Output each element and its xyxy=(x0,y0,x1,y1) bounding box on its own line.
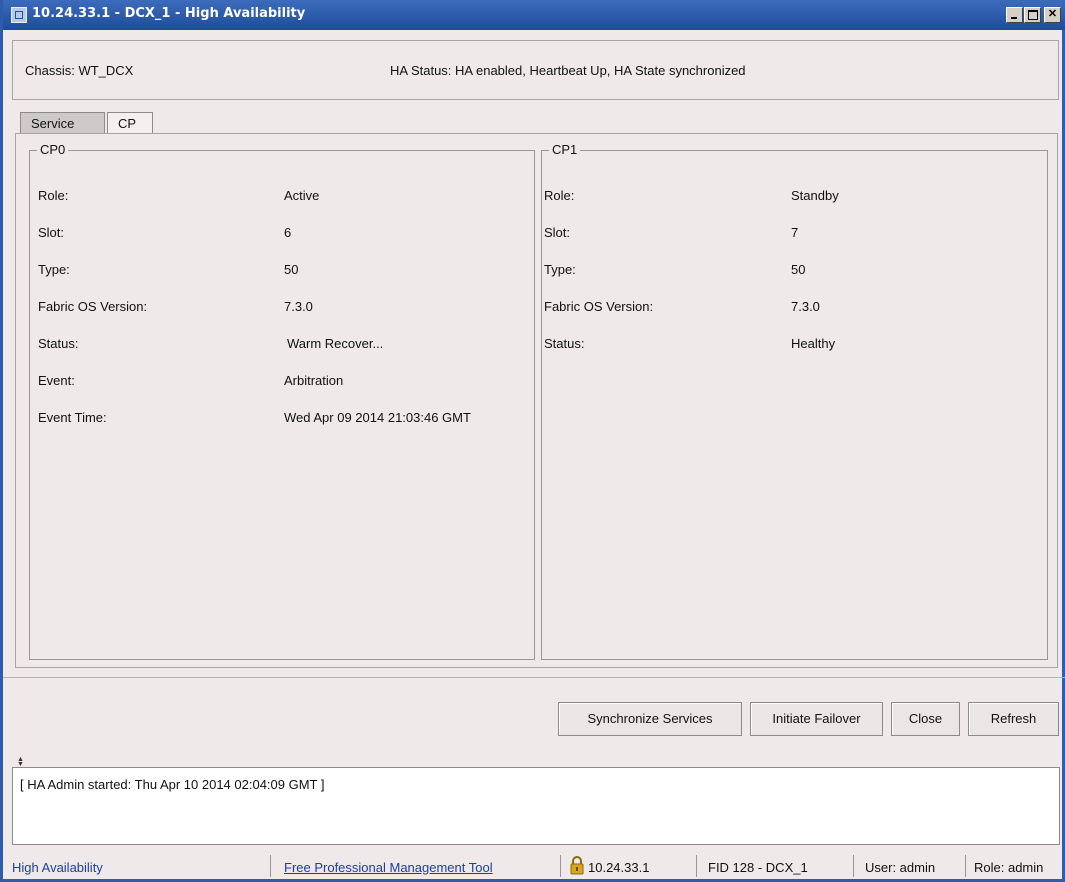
minimize-button[interactable] xyxy=(1006,7,1023,23)
cp0-status-value: Warm Recover... xyxy=(287,336,384,351)
status-ip: 10.24.33.1 xyxy=(588,860,650,875)
cp0-group: CP0 Role: Active Slot: 6 Type: 50 Fabric… xyxy=(29,142,535,660)
cp0-status-label: Status: xyxy=(38,336,79,351)
log-panel[interactable]: [ HA Admin started: Thu Apr 10 2014 02:0… xyxy=(12,767,1060,845)
tab-cp[interactable]: CP xyxy=(107,112,153,134)
ha-status-label: HA Status: HA enabled, Heartbeat Up, HA … xyxy=(390,63,746,78)
status-module-name: High Availability xyxy=(12,860,103,875)
cp0-role-value: Active xyxy=(284,188,320,203)
cp1-title: CP1 xyxy=(549,142,581,157)
cp1-fos-value: 7.3.0 xyxy=(791,299,820,314)
chassis-label: Chassis: WT_DCX xyxy=(25,63,134,78)
cp1-group: CP1 Role: Standby Slot: 7 Type: 50 Fabri… xyxy=(541,142,1048,660)
status-separator xyxy=(270,855,271,877)
cp1-type-value: 50 xyxy=(791,262,806,277)
status-bar: High Availability Free Professional Mana… xyxy=(3,850,1065,879)
cp0-event-value: Arbitration xyxy=(284,373,344,388)
cp0-event-label: Event: xyxy=(38,373,75,388)
divider xyxy=(3,677,1065,678)
title-bar[interactable]: 10.24.33.1 - DCX_1 - High Availability ✕ xyxy=(3,0,1065,30)
cp0-fos-value: 7.3.0 xyxy=(284,299,313,314)
cp0-type-value: 50 xyxy=(284,262,299,277)
chassis-info-panel: Chassis: WT_DCX HA Status: HA enabled, H… xyxy=(12,40,1059,100)
cp0-slot-value: 6 xyxy=(284,225,292,240)
status-fid: FID 128 - DCX_1 xyxy=(708,860,808,875)
cp0-fos-label: Fabric OS Version: xyxy=(38,299,148,314)
cp1-fos-label: Fabric OS Version: xyxy=(544,299,654,314)
close-window-button[interactable]: ✕ xyxy=(1044,7,1061,23)
cp1-slot-label: Slot: xyxy=(544,225,571,240)
cp0-role-label: Role: xyxy=(38,188,69,203)
cp1-status-label: Status: xyxy=(544,336,585,351)
cp1-type-label: Type: xyxy=(544,262,576,277)
splitter-arrows-icon[interactable]: ▲ ▼ xyxy=(17,756,24,768)
close-button[interactable]: Close xyxy=(891,702,960,736)
log-line: [ HA Admin started: Thu Apr 10 2014 02:0… xyxy=(20,777,325,792)
refresh-button[interactable]: Refresh xyxy=(968,702,1059,736)
status-separator xyxy=(853,855,854,877)
cp1-role-label: Role: xyxy=(544,188,575,203)
lock-icon xyxy=(570,856,584,875)
initiate-failover-button[interactable]: Initiate Failover xyxy=(750,702,883,736)
status-role: Role: admin xyxy=(974,860,1044,875)
cp0-slot-label: Slot: xyxy=(38,225,65,240)
cp0-type-label: Type: xyxy=(38,262,70,277)
ha-window: 10.24.33.1 - DCX_1 - High Availability ✕… xyxy=(0,0,1065,882)
tab-service[interactable]: Service xyxy=(20,112,105,134)
cp0-title: CP0 xyxy=(37,142,69,157)
maximize-button[interactable] xyxy=(1024,7,1041,23)
cp1-role-value: Standby xyxy=(791,188,839,203)
cp0-event-time-label: Event Time: xyxy=(38,410,107,425)
status-separator xyxy=(965,855,966,877)
app-window-icon xyxy=(11,7,27,23)
window-title: 10.24.33.1 - DCX_1 - High Availability xyxy=(32,6,306,21)
cp1-status-value: Healthy xyxy=(791,336,836,351)
free-management-tool-link[interactable]: Free Professional Management Tool xyxy=(284,860,493,875)
cp0-event-time-value: Wed Apr 09 2014 21:03:46 GMT xyxy=(284,410,471,425)
status-user: User: admin xyxy=(865,860,936,875)
status-separator xyxy=(560,855,561,877)
synchronize-services-button[interactable]: Synchronize Services xyxy=(558,702,742,736)
status-separator xyxy=(696,855,697,877)
cp1-slot-value: 7 xyxy=(791,225,799,240)
